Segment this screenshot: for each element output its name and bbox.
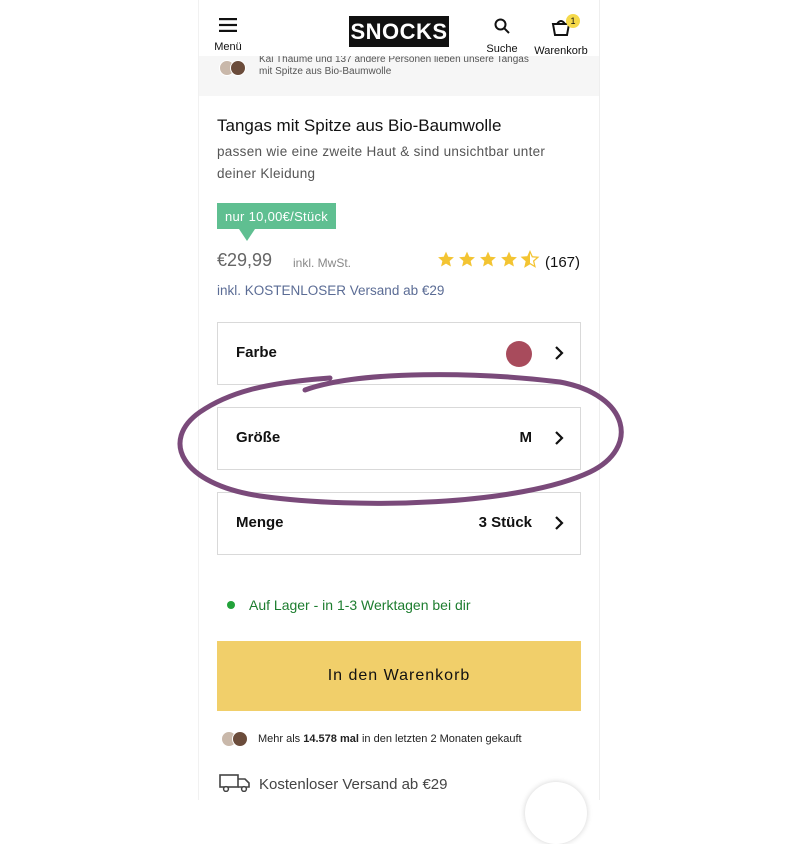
social-proof-strip: Kai Thaume und 137 andere Personen liebe… (199, 56, 599, 96)
chevron-right-icon (554, 515, 564, 536)
mobile-product-page: Menü SNOCKS Suche 1 Warenkorb Kai Thaume… (199, 0, 599, 800)
proof-count: 14.578 mal (303, 733, 359, 745)
hamburger-icon (219, 18, 237, 37)
vat-note: inkl. MwSt. (293, 256, 352, 270)
background-right (599, 0, 800, 800)
size-label: Größe (236, 429, 281, 446)
free-shipping-info: Kostenloser Versand ab €29 (219, 772, 447, 796)
social-proof-line-1: Kai Thaume und 137 andere Personen liebe… (259, 56, 529, 65)
snocks-logo[interactable]: SNOCKS (349, 16, 449, 47)
size-value: M (519, 429, 533, 446)
rating-count: (167) (545, 253, 581, 271)
quantity-selector[interactable]: Menge 3 Stück (217, 492, 581, 555)
product-subtitle: passen wie eine zweite Haut & sind unsic… (217, 144, 546, 181)
chevron-right-icon (554, 430, 564, 451)
rating-stars[interactable]: (167) (436, 250, 580, 274)
avatar (232, 731, 248, 747)
size-selector[interactable]: Größe M (217, 407, 581, 470)
color-swatch (506, 341, 532, 367)
product-title: Tangas mit Spitze aus Bio-Baumwolle (217, 116, 502, 135)
search-icon (494, 18, 510, 39)
star-icon (457, 250, 478, 274)
star-icon (499, 250, 520, 274)
scroll-to-top-button[interactable] (525, 782, 587, 844)
background-left (0, 0, 199, 800)
quantity-label: Menge (236, 514, 284, 531)
add-to-cart-button[interactable]: In den Warenkorb (217, 641, 581, 711)
cart-count-badge: 1 (566, 14, 580, 28)
menu-label: Menü (214, 41, 242, 53)
proof-suffix: in den letzten 2 Monaten gekauft (361, 733, 522, 745)
shipping-note: inkl. KOSTENLOSER Versand ab €29 (217, 283, 445, 298)
site-header: Menü SNOCKS Suche 1 Warenkorb (199, 0, 599, 64)
cart-button[interactable]: 1 Warenkorb (532, 14, 590, 57)
color-label: Farbe (236, 344, 277, 361)
chevron-right-icon (554, 345, 564, 366)
unit-price-badge: nur 10,00€/Stück (217, 203, 337, 229)
truck-icon (219, 772, 259, 796)
in-stock-dot-icon (227, 601, 235, 609)
social-proof-text: Kai Thaume und 137 andere Personen liebe… (259, 56, 579, 78)
half-star-icon (520, 250, 541, 274)
avatar-group (221, 731, 248, 747)
star-icon (436, 250, 457, 274)
search-label: Suche (486, 43, 518, 55)
menu-button[interactable]: Menü (211, 18, 245, 53)
quantity-value: 3 Stück (478, 514, 532, 531)
badge-pointer (239, 229, 255, 241)
product-price: €29,99 (217, 250, 273, 270)
stock-status: Auf Lager - in 1-3 Werktagen bei dir (227, 597, 471, 613)
proof-prefix: Mehr als (258, 733, 301, 745)
star-icon (478, 250, 499, 274)
stock-text: Auf Lager - in 1-3 Werktagen bei dir (249, 597, 471, 613)
social-proof-line-2: mit Spitze aus Bio-Baumwolle (259, 66, 392, 77)
search-button[interactable]: Suche (484, 18, 520, 55)
color-selector[interactable]: Farbe (217, 322, 581, 385)
avatar (230, 60, 246, 76)
free-shipping-text: Kostenloser Versand ab €29 (259, 775, 448, 793)
purchase-proof: Mehr als 14.578 mal in den letzten 2 Mon… (221, 731, 522, 747)
avatar-group (219, 60, 246, 81)
